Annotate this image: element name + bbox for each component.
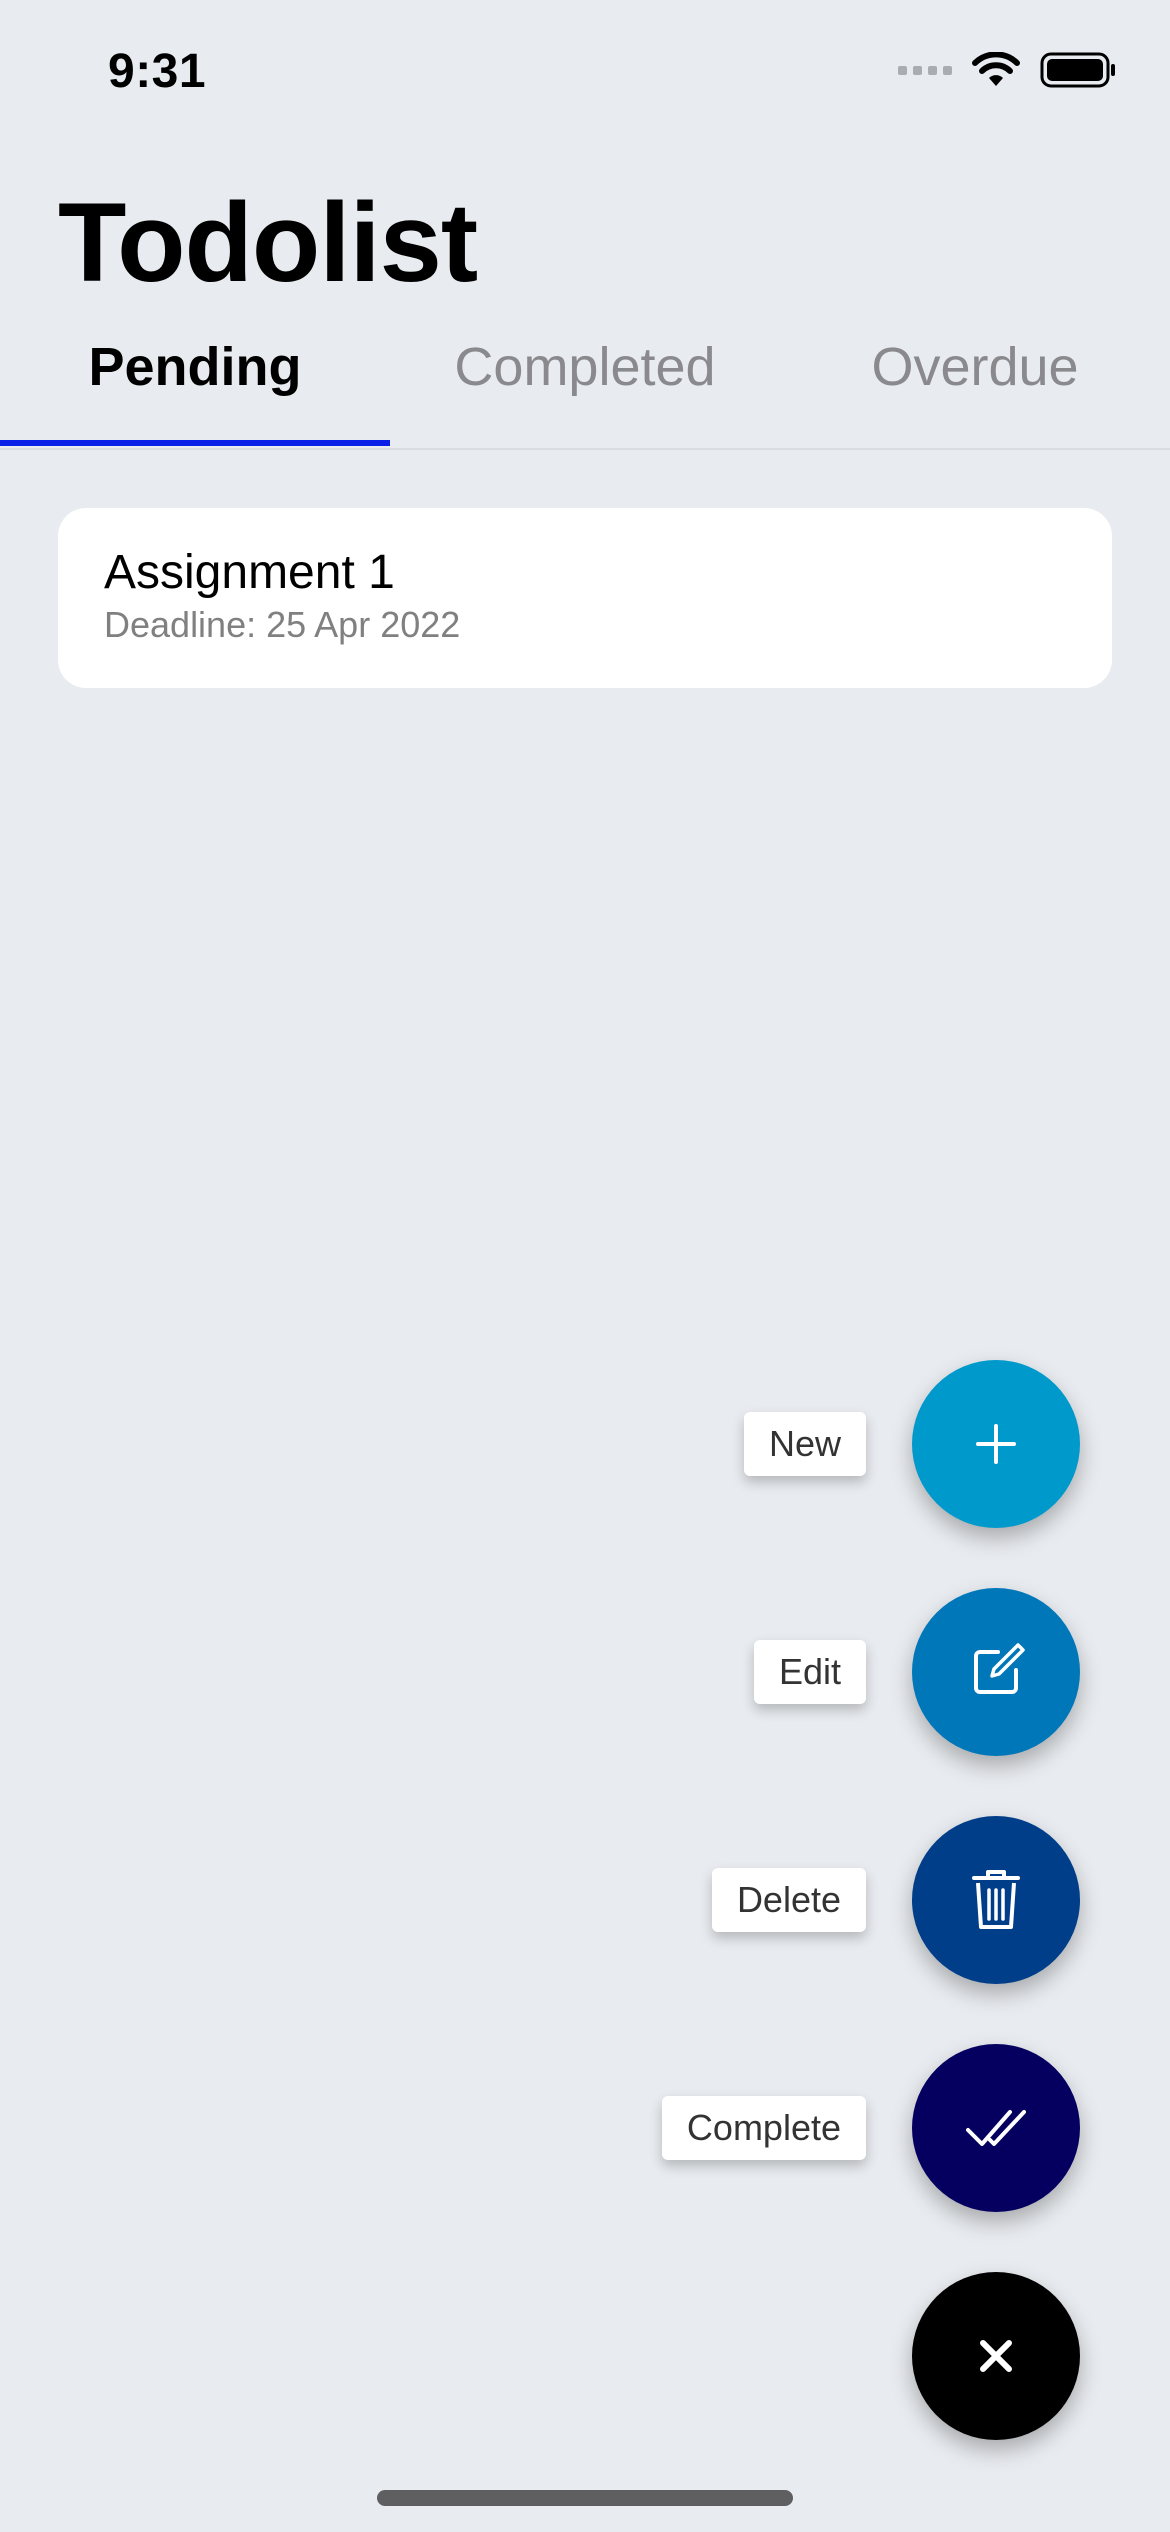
- tab-pending[interactable]: Pending: [0, 320, 390, 448]
- task-deadline: Deadline: 25 Apr 2022: [104, 604, 461, 646]
- close-icon: [980, 2340, 1012, 2372]
- new-action-label[interactable]: New: [743, 1412, 866, 1476]
- task-title: Assignment 1: [104, 546, 395, 599]
- status-time: 9:31: [108, 45, 207, 98]
- edit-button[interactable]: [912, 1588, 1080, 1756]
- edit-action-label[interactable]: Edit: [753, 1640, 866, 1704]
- cellular-signal-icon: [898, 65, 952, 75]
- delete-button[interactable]: [912, 1816, 1080, 1984]
- tab-overdue[interactable]: Overdue: [780, 320, 1170, 448]
- trash-icon: [972, 1870, 1020, 1929]
- status-icons: [898, 52, 1116, 88]
- edit-icon: [974, 1643, 1025, 1694]
- new-button[interactable]: [912, 1360, 1080, 1528]
- double-check-icon: [966, 2110, 1026, 2146]
- status-bar: 9:31: [0, 0, 1170, 140]
- tab-completed[interactable]: Completed: [390, 320, 780, 448]
- active-tab-indicator: [0, 440, 390, 446]
- page-title: Todolist: [58, 180, 478, 305]
- delete-action-label[interactable]: Delete: [711, 1868, 866, 1932]
- complete-action-label[interactable]: Complete: [661, 2096, 866, 2160]
- complete-button[interactable]: [912, 2044, 1080, 2212]
- battery-icon: [1040, 52, 1115, 88]
- tab-bar: Pending Completed Overdue: [0, 320, 1170, 450]
- home-indicator: [377, 2490, 793, 2506]
- close-menu-button[interactable]: [912, 2272, 1080, 2440]
- wifi-icon: [972, 52, 1020, 86]
- task-card[interactable]: Assignment 1 Deadline: 25 Apr 2022: [58, 508, 1112, 688]
- plus-icon: [976, 1424, 1016, 1464]
